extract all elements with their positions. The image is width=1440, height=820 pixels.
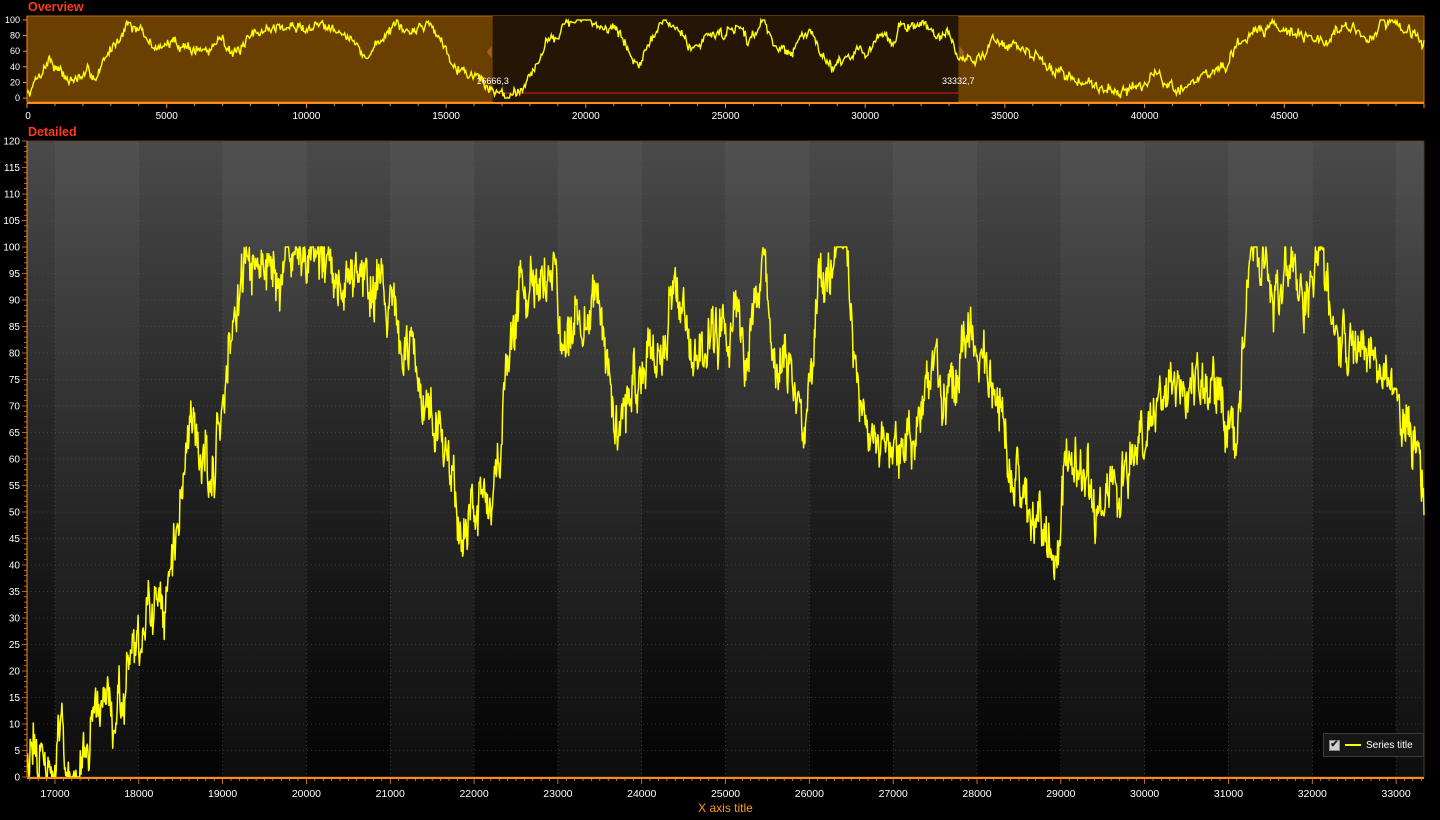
detailed-y-tick-label: 85 [9,322,21,333]
overview-y-tick-label: 40 [10,62,20,72]
detailed-y-tick-label: 105 [3,216,20,227]
detailed-y-tick-label: 120 [3,137,20,148]
detailed-y-tick-label: 60 [9,455,21,466]
detailed-y-tick-label: 15 [9,693,21,704]
detailed-y-tick-label: 70 [9,402,21,413]
detailed-x-tick-label: 26000 [795,788,824,800]
legend[interactable]: ✔ Series title [1323,733,1424,757]
detailed-y-tick-label: 25 [9,640,21,651]
overview-y-tick-label: 0 [15,93,20,103]
detailed-x-tick-label: 28000 [962,788,991,800]
legend-checkbox[interactable]: ✔ [1329,739,1340,751]
detailed-x-tick-label: 20000 [292,788,321,800]
overview-range-end-label: 33332,7 [942,76,975,86]
detailed-x-tick-label: 18000 [124,788,153,800]
detailed-y-tick-label: 50 [9,508,21,519]
overview-x-tick-label: 40000 [1131,111,1159,122]
detailed-x-tick-label: 33000 [1382,788,1411,800]
detailed-y-tick-label: 0 [14,773,20,784]
detailed-x-tick-label: 24000 [627,788,656,800]
detailed-y-tick-label: 95 [9,269,21,280]
detailed-y-tick-label: 5 [14,746,20,757]
detailed-x-tick-label: 30000 [1130,788,1159,800]
detailed-x-tick-label: 21000 [376,788,405,800]
overview-selected-range [492,16,959,102]
detailed-x-tick-label: 27000 [879,788,908,800]
legend-series-swatch [1345,744,1361,746]
detailed-y-tick-label: 45 [9,534,21,545]
overview-x-tick-label: 25000 [712,111,740,122]
overview-x-tick-label: 35000 [991,111,1019,122]
detailed-y-tick-label: 35 [9,587,21,598]
detailed-x-axis-title: X axis title [698,801,753,815]
overview-x-tick-label: 20000 [572,111,600,122]
detailed-x-tick-label: 29000 [1046,788,1075,800]
overview-x-tick-label: 30000 [851,111,879,122]
detailed-y-tick-label: 55 [9,481,21,492]
overview-x-tick-label: 45000 [1270,111,1298,122]
overview-x-tick-label: 10000 [292,111,320,122]
detailed-y-tick-label: 30 [9,614,21,625]
detailed-x-tick-label: 31000 [1214,788,1243,800]
overview-x-tick-label: 15000 [432,111,460,122]
detailed-x-tick-label: 32000 [1298,788,1327,800]
detailed-y-tick-label: 110 [4,190,20,201]
detailed-x-tick-label: 25000 [711,788,740,800]
overview-x-tick-label: 0 [25,111,31,122]
legend-series-label: Series title [1366,739,1413,751]
detailed-y-tick-label: 90 [9,296,21,307]
overview-chart[interactable]: 16666,3 33332,70204060801000 5000 10000 1500… [0,0,1440,125]
overview-x-tick-label: 5000 [156,111,179,122]
detailed-y-tick-label: 65 [9,428,21,439]
overview-y-tick-label: 80 [10,31,20,41]
detailed-y-tick-label: 40 [9,561,21,572]
detailed-y-tick-label: 100 [3,243,20,254]
overview-y-tick-label: 100 [5,15,20,25]
detailed-x-tick-label: 19000 [208,788,237,800]
chart-window: Overview Detailed 16666,3 33332,7 0 20 40 60 8… [0,0,1440,820]
detailed-y-tick-label: 115 [4,163,20,174]
overview-y-tick-label: 60 [10,46,20,56]
detailed-chart[interactable]: 0 5 10 15 20 25 30 35 40 45 50 55 60 65 70 75 80 85 90 95 10… [0,125,1440,820]
detailed-x-tick-label: 22000 [459,788,488,800]
detailed-y-tick-label: 75 [9,375,21,386]
detailed-x-tick-label: 23000 [543,788,572,800]
detailed-y-tick-label: 20 [9,667,21,678]
detailed-y-tick-label: 10 [9,720,21,731]
detailed-plot-band [390,141,475,777]
overview-y-tick-label: 20 [10,77,20,87]
detailed-x-tick-label: 17000 [40,788,69,800]
detailed-y-tick-label: 80 [9,349,21,360]
